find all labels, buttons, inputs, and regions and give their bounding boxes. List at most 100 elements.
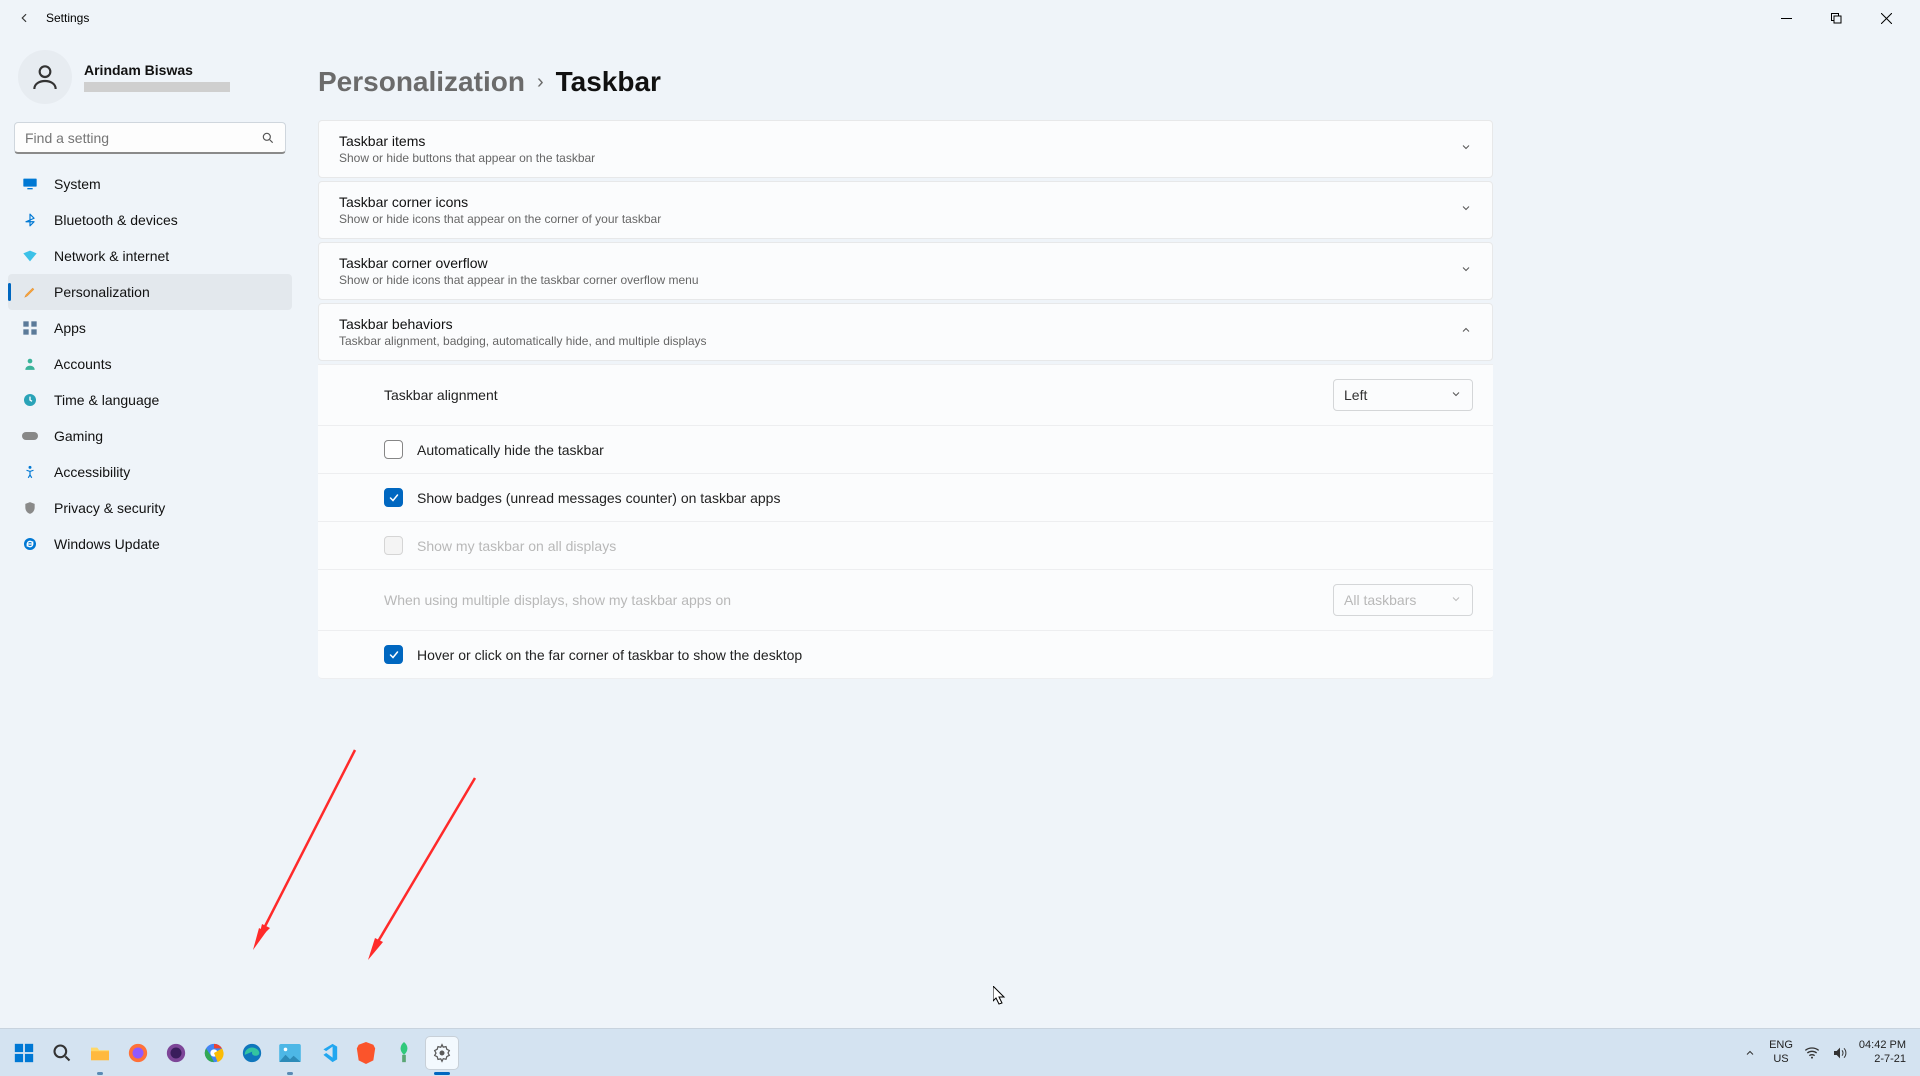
titlebar: Settings — [0, 0, 1920, 36]
brave-button[interactable] — [350, 1037, 382, 1069]
vscode-button[interactable] — [312, 1037, 344, 1069]
card-behaviors[interactable]: Taskbar behaviors Taskbar alignment, bad… — [318, 303, 1493, 361]
nav-label: Accounts — [54, 356, 112, 372]
card-subtitle: Show or hide icons that appear on the co… — [339, 212, 661, 226]
sidebar-item-accessibility[interactable]: Accessibility — [8, 454, 292, 490]
sidebar-item-bluetooth[interactable]: Bluetooth & devices — [8, 202, 292, 238]
app-green-button[interactable] — [388, 1037, 420, 1069]
breadcrumb: Personalization › Taskbar — [318, 66, 1880, 98]
shield-icon — [22, 500, 38, 516]
nav-list: System Bluetooth & devices Network & int… — [6, 166, 294, 562]
chevron-down-icon — [1460, 201, 1472, 219]
nav-label: Apps — [54, 320, 86, 336]
nav-label: Privacy & security — [54, 500, 165, 516]
badges-label: Show badges (unread messages counter) on… — [417, 490, 780, 506]
taskbar[interactable]: ENGUS 04:42 PM2-7-21 — [0, 1028, 1920, 1076]
sidebar-item-accounts[interactable]: Accounts — [8, 346, 292, 382]
update-icon — [22, 536, 38, 552]
card-subtitle: Show or hide icons that appear in the ta… — [339, 273, 699, 287]
alignment-label: Taskbar alignment — [384, 387, 498, 403]
behaviors-panel: Taskbar alignment Left Automatically hid… — [318, 364, 1493, 679]
wifi-icon[interactable] — [1803, 1044, 1821, 1062]
start-button[interactable] — [8, 1037, 40, 1069]
gamepad-icon — [22, 428, 38, 444]
maximize-button[interactable] — [1814, 4, 1858, 32]
nav-label: Gaming — [54, 428, 103, 444]
file-explorer-button[interactable] — [84, 1037, 116, 1069]
nav-label: Personalization — [54, 284, 150, 300]
checkbox-auto-hide[interactable] — [384, 440, 403, 459]
checkbox-hover-corner[interactable] — [384, 645, 403, 664]
edge-button[interactable] — [236, 1037, 268, 1069]
card-title: Taskbar corner icons — [339, 194, 661, 210]
nav-label: Windows Update — [54, 536, 160, 552]
sidebar-item-update[interactable]: Windows Update — [8, 526, 292, 562]
system-tray: ENGUS 04:42 PM2-7-21 — [1741, 1039, 1912, 1065]
minimize-button[interactable] — [1764, 4, 1808, 32]
breadcrumb-parent[interactable]: Personalization — [318, 66, 525, 98]
settings-taskbar-button[interactable] — [426, 1037, 458, 1069]
chevron-down-icon — [1460, 140, 1472, 158]
chevron-up-icon — [1460, 323, 1472, 341]
nav-label: Accessibility — [54, 464, 130, 480]
close-button[interactable] — [1864, 4, 1908, 32]
user-name: Arindam Biswas — [84, 62, 230, 78]
page-title: Taskbar — [556, 66, 661, 98]
sidebar-item-time[interactable]: Time & language — [8, 382, 292, 418]
search-input[interactable] — [14, 122, 286, 154]
search-icon — [261, 131, 275, 145]
select-value: All taskbars — [1344, 592, 1416, 608]
accessibility-icon — [22, 464, 38, 480]
row-multi-displays: When using multiple displays, show my ta… — [318, 569, 1493, 630]
paintbrush-icon — [22, 284, 38, 300]
card-overflow[interactable]: Taskbar corner overflow Show or hide ico… — [318, 242, 1493, 300]
chevron-right-icon: › — [537, 71, 544, 94]
checkbox-badges[interactable] — [384, 488, 403, 507]
language-indicator[interactable]: ENGUS — [1769, 1039, 1793, 1065]
user-block[interactable]: Arindam Biswas — [6, 46, 294, 122]
chevron-down-icon — [1460, 262, 1472, 280]
card-title: Taskbar behaviors — [339, 316, 707, 332]
sidebar-item-system[interactable]: System — [8, 166, 292, 202]
person-icon — [22, 356, 38, 372]
nav-label: System — [54, 176, 101, 192]
checkbox-all-displays — [384, 536, 403, 555]
avatar — [18, 50, 72, 104]
sidebar-item-personalization[interactable]: Personalization — [8, 274, 292, 310]
hover-corner-label: Hover or click on the far corner of task… — [417, 647, 802, 663]
search-taskbar-button[interactable] — [46, 1037, 78, 1069]
firefox-button[interactable] — [122, 1037, 154, 1069]
sidebar: Arindam Biswas System Bluetooth & device… — [0, 36, 300, 1028]
search-field[interactable] — [25, 130, 261, 146]
back-button[interactable] — [12, 6, 36, 30]
volume-icon[interactable] — [1831, 1044, 1849, 1062]
nav-label: Network & internet — [54, 248, 169, 264]
sidebar-item-apps[interactable]: Apps — [8, 310, 292, 346]
multi-displays-label: When using multiple displays, show my ta… — [384, 592, 731, 608]
chrome-button[interactable] — [198, 1037, 230, 1069]
sidebar-item-network[interactable]: Network & internet — [8, 238, 292, 274]
row-hover-corner: Hover or click on the far corner of task… — [318, 630, 1493, 679]
tor-button[interactable] — [160, 1037, 192, 1069]
card-subtitle: Show or hide buttons that appear on the … — [339, 151, 595, 165]
content-area: Personalization › Taskbar Taskbar items … — [300, 36, 1920, 1028]
apps-icon — [22, 320, 38, 336]
sidebar-item-gaming[interactable]: Gaming — [8, 418, 292, 454]
nav-label: Time & language — [54, 392, 159, 408]
alignment-select[interactable]: Left — [1333, 379, 1473, 411]
clock[interactable]: 04:42 PM2-7-21 — [1859, 1039, 1912, 1065]
taskbar-apps — [8, 1037, 458, 1069]
monitor-icon — [22, 176, 38, 192]
card-corner-icons[interactable]: Taskbar corner icons Show or hide icons … — [318, 181, 1493, 239]
row-all-displays: Show my taskbar on all displays — [318, 521, 1493, 569]
tray-expand-button[interactable] — [1741, 1044, 1759, 1062]
sidebar-item-privacy[interactable]: Privacy & security — [8, 490, 292, 526]
network-icon — [22, 248, 38, 264]
card-subtitle: Taskbar alignment, badging, automaticall… — [339, 334, 707, 348]
card-taskbar-items[interactable]: Taskbar items Show or hide buttons that … — [318, 120, 1493, 178]
auto-hide-label: Automatically hide the taskbar — [417, 442, 604, 458]
row-alignment: Taskbar alignment Left — [318, 364, 1493, 425]
photos-button[interactable] — [274, 1037, 306, 1069]
card-title: Taskbar corner overflow — [339, 255, 699, 271]
row-badges: Show badges (unread messages counter) on… — [318, 473, 1493, 521]
